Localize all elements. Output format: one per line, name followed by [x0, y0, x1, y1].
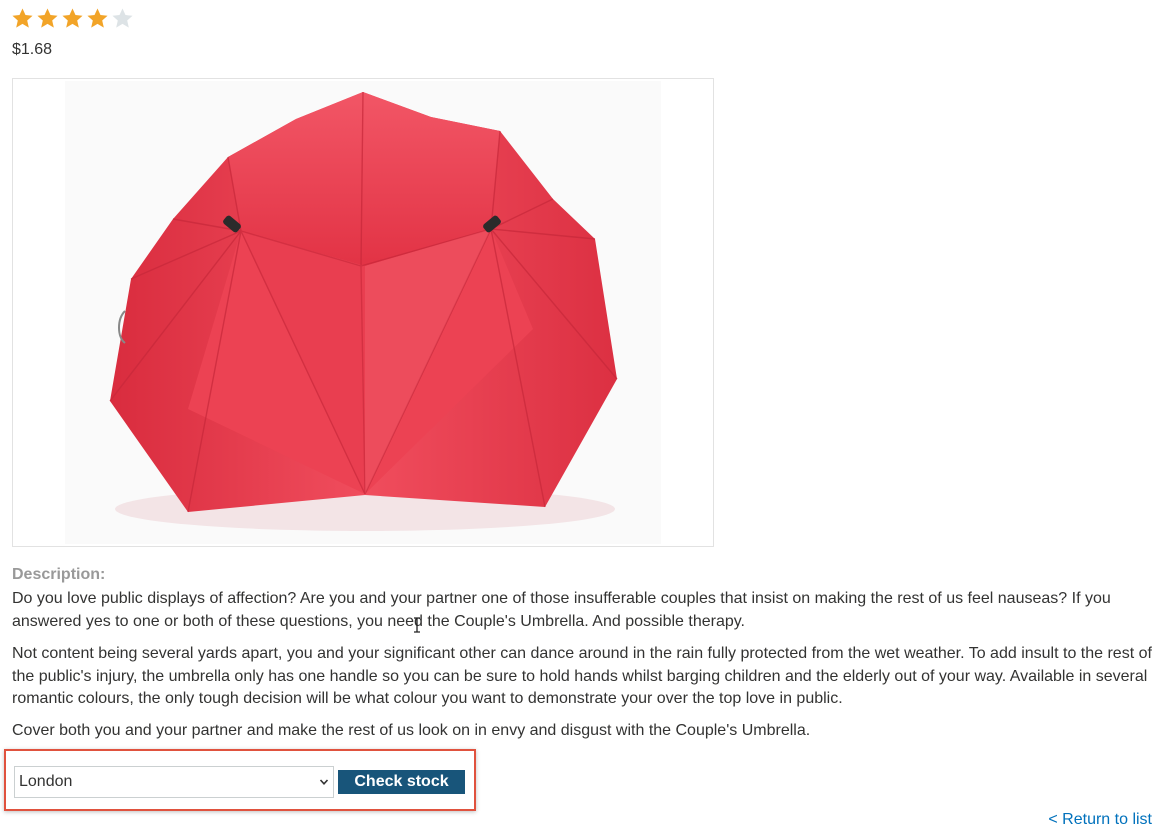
product-page: $1.68 Description: Do you love public di…	[0, 0, 1163, 839]
return-to-list-link[interactable]: < Return to list	[1048, 811, 1152, 829]
chevron-down-icon	[319, 779, 329, 785]
product-image	[12, 78, 714, 547]
star-icon	[112, 8, 133, 28]
check-stock-button[interactable]: Check stock	[338, 770, 465, 794]
description-heading: Description:	[12, 566, 106, 583]
stock-check-form: London Check stock	[4, 749, 476, 811]
text-cursor-icon	[414, 617, 420, 633]
product-price: $1.68	[12, 41, 53, 58]
store-select[interactable]: London	[14, 766, 334, 798]
star-icon	[62, 8, 83, 28]
umbrella-image	[65, 81, 661, 544]
store-select-value: London	[19, 773, 73, 790]
description-paragraph: Cover both you and your partner and make…	[12, 722, 811, 739]
product-rating	[11, 7, 134, 30]
star-icon	[12, 8, 33, 28]
description-paragraph: Not content being several yards apart, y…	[12, 645, 1152, 707]
star-icon	[87, 8, 108, 28]
star-icon	[37, 8, 58, 28]
description-paragraph: Do you love public displays of affection…	[12, 590, 1111, 630]
